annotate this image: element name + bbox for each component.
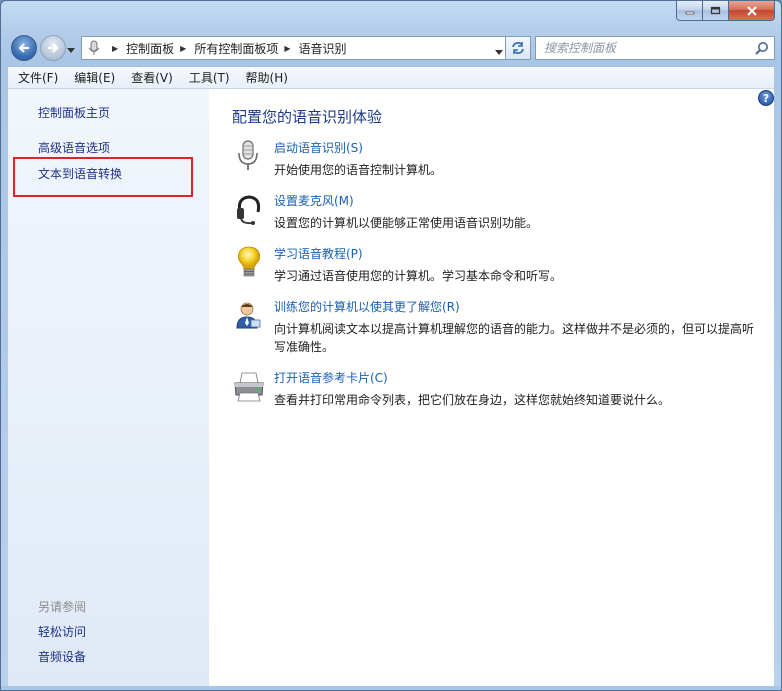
lightbulb-icon <box>238 246 260 277</box>
search-box[interactable] <box>535 36 775 60</box>
caption-buttons <box>676 1 775 22</box>
task-description: 向计算机阅读文本以提高计算机理解您的语音的能力。这样做并不是必须的，但可以提高听… <box>274 322 755 354</box>
user-train-icon <box>236 302 261 329</box>
maximize-icon <box>710 6 721 15</box>
forward-button[interactable] <box>40 35 66 61</box>
task-description: 学习通过语音使用您的计算机。学习基本命令和听写。 <box>274 269 563 283</box>
breadcrumb-speech-recognition[interactable]: 语音识别 <box>299 40 347 57</box>
chevron-down-icon <box>495 50 503 55</box>
task-link-setup-microphone[interactable]: 设置麦克风(M) <box>274 192 354 209</box>
search-icon[interactable] <box>755 41 769 55</box>
menu-file[interactable]: 文件(F) <box>10 67 66 88</box>
refresh-icon <box>512 42 524 54</box>
navigation-bar: ▶ 控制面板 ▶ 所有控制面板项 ▶ 语音识别 <box>9 32 775 62</box>
chevron-down-icon <box>67 48 75 53</box>
sidebar-link-ease-of-access[interactable]: 轻松访问 <box>38 623 86 640</box>
close-icon <box>746 5 757 16</box>
maximize-button[interactable] <box>703 1 729 21</box>
window-frame: ▶ 控制面板 ▶ 所有控制面板项 ▶ 语音识别 搜索控制面板 文件(F) 编辑(… <box>0 0 782 691</box>
breadcrumb-separator-icon[interactable]: ▶ <box>180 44 186 53</box>
window-bottom-border <box>1 686 781 690</box>
search-input[interactable] <box>544 41 744 55</box>
task-description: 开始使用您的语音控制计算机。 <box>274 163 443 177</box>
sidebar-link-advanced-speech[interactable]: 高级语音选项 <box>38 139 110 156</box>
printer-icon <box>234 372 264 402</box>
back-arrow-icon <box>18 43 29 53</box>
task-link-start-speech[interactable]: 启动语音识别(S) <box>274 139 363 156</box>
menu-edit[interactable]: 编辑(E) <box>66 67 123 88</box>
address-bar[interactable]: ▶ 控制面板 ▶ 所有控制面板项 ▶ 语音识别 <box>81 36 505 60</box>
help-icon: ? <box>762 91 770 105</box>
sidebar: 控制面板主页 高级语音选项 文本到语音转换 另请参阅 轻松访问 音频设备 <box>8 89 209 690</box>
menu-view[interactable]: 查看(V) <box>123 67 181 88</box>
close-button[interactable] <box>729 1 775 21</box>
menu-help[interactable]: 帮助(H) <box>238 67 296 88</box>
breadcrumb-separator-icon[interactable]: ▶ <box>284 44 290 53</box>
forward-arrow-icon <box>48 43 59 53</box>
breadcrumb-all-items[interactable]: 所有控制面板项 <box>194 40 278 57</box>
task-link-reference-card[interactable]: 打开语音参考卡片(C) <box>274 369 388 386</box>
highlight-box <box>13 157 193 197</box>
menu-bar: 文件(F) 编辑(E) 查看(V) 工具(T) 帮助(H) <box>8 66 774 89</box>
see-also-heading: 另请参阅 <box>38 600 87 614</box>
task-link-train-computer[interactable]: 训练您的计算机以使其更了解您(R) <box>274 298 460 315</box>
help-button[interactable]: ? <box>758 90 774 106</box>
microphone-icon <box>238 140 258 170</box>
breadcrumb-control-panel[interactable]: 控制面板 <box>126 40 174 57</box>
address-history-dropdown[interactable] <box>495 45 503 59</box>
breadcrumb-separator-icon: ▶ <box>112 43 119 53</box>
task-description: 设置您的计算机以便能够正常使用语音识别功能。 <box>274 216 539 230</box>
recent-pages-dropdown[interactable] <box>67 43 75 57</box>
page-title: 配置您的语音识别体验 <box>232 108 383 126</box>
minimize-button[interactable] <box>676 1 703 21</box>
headset-icon <box>237 195 261 225</box>
content-area: 控制面板主页 高级语音选项 文本到语音转换 另请参阅 轻松访问 音频设备 ? 配… <box>8 89 774 690</box>
refresh-button[interactable] <box>505 36 531 60</box>
task-description: 查看并打印常用命令列表，把它们放在身边，这样您就始终知道要说什么。 <box>274 393 671 407</box>
sidebar-link-audio-devices[interactable]: 音频设备 <box>38 648 86 665</box>
back-button[interactable] <box>11 35 37 61</box>
control-panel-icon <box>86 40 102 56</box>
minimize-icon <box>685 11 694 14</box>
sidebar-link-home[interactable]: 控制面板主页 <box>38 104 110 121</box>
task-link-speech-tutorial[interactable]: 学习语音教程(P) <box>274 245 363 262</box>
menu-tools[interactable]: 工具(T) <box>181 67 238 88</box>
